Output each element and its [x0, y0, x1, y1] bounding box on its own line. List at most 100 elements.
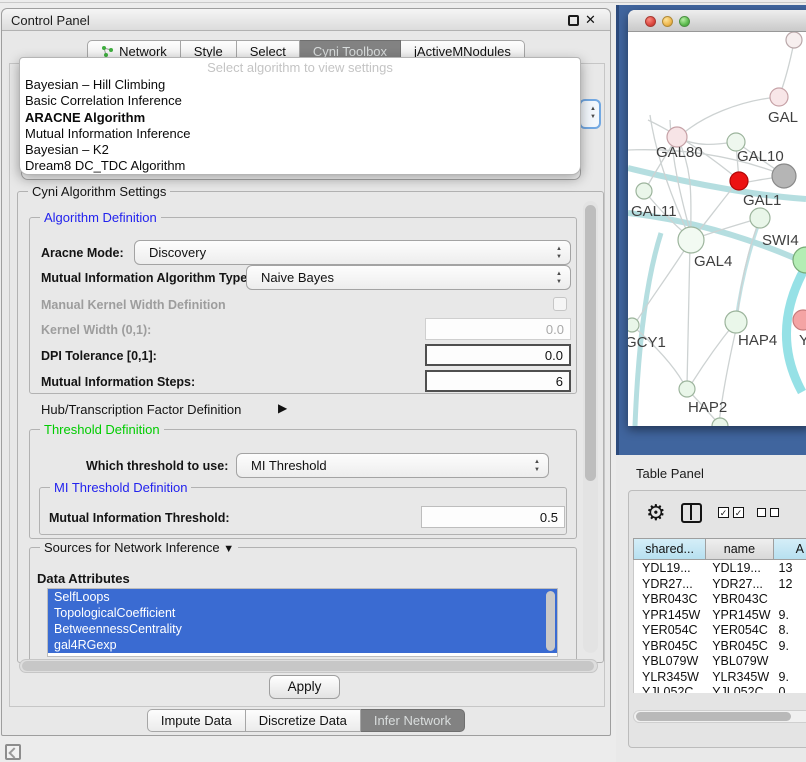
tab-discretize-data[interactable]: Discretize Data: [246, 709, 361, 732]
table-row[interactable]: YER054CYER054C8.: [634, 622, 806, 638]
attribute-topologicalcoefficient[interactable]: TopologicalCoefficient: [48, 605, 557, 621]
control-panel-window: Control Panel ✕ NetworkStyleSelectCyni T…: [1, 8, 611, 736]
node-label-gal11: GAL11: [631, 203, 677, 220]
table-cell: 9.: [775, 607, 806, 623]
table-cell: YDR27...: [634, 576, 707, 592]
hub-collapsed-arrow-icon[interactable]: ▶: [278, 401, 287, 415]
node-label-salmon-node: Y: [799, 332, 806, 349]
network-node-gal1[interactable]: [750, 208, 770, 228]
algorithm-option-bayesian-k2[interactable]: Bayesian – K2: [25, 142, 575, 158]
inference-algorithm-combo-fragment[interactable]: ▲▼: [579, 99, 601, 129]
network-view-window: GALGAL80GAL10GAL11GAL1SWI4GAL4GCY1HAP4YH…: [628, 10, 806, 426]
select-all-rows-icon[interactable]: ✓✓: [718, 507, 744, 518]
mi-algorithm-type-label: Mutual Information Algorithm Type:: [41, 271, 251, 285]
aracne-mode-combo[interactable]: Discovery ▲▼: [134, 240, 571, 265]
table-cell: [775, 653, 806, 669]
mi-threshold-field[interactable]: 0.5: [421, 506, 565, 528]
algorithm-option-mutual-information-inference[interactable]: Mutual Information Inference: [25, 126, 575, 142]
hub-definition-label[interactable]: Hub/Transcription Factor Definition: [41, 402, 241, 417]
network-edge[interactable]: [635, 233, 661, 426]
apply-button[interactable]: Apply: [269, 675, 340, 699]
attribute-betweennesscentrality[interactable]: BetweennessCentrality: [48, 621, 557, 637]
data-attributes-list[interactable]: SelfLoopsTopologicalCoefficientBetweenne…: [47, 588, 558, 657]
table-cell: 8.: [775, 622, 806, 638]
network-graph[interactable]: GALGAL80GAL10GAL11GAL1SWI4GAL4GCY1HAP4YH…: [628, 32, 806, 426]
table-cell: YBR045C: [707, 638, 774, 654]
algorithm-definition-title: Algorithm Definition: [40, 210, 161, 225]
table-row[interactable]: YDR27...YDR27...12: [634, 576, 806, 592]
which-threshold-combo[interactable]: MI Threshold ▲▼: [236, 453, 549, 478]
network-node-red-node[interactable]: [730, 172, 748, 190]
column-header-partial[interactable]: A: [774, 538, 806, 560]
mi-steps-field[interactable]: 6: [425, 370, 571, 392]
network-node-hap4[interactable]: [725, 311, 747, 333]
control-panel-titlebar: Control Panel ✕: [2, 9, 610, 31]
network-node-hap2[interactable]: [679, 381, 695, 397]
dock-panel-icon[interactable]: [5, 744, 21, 760]
table-row[interactable]: YLR345WYLR345W9.: [634, 669, 806, 685]
kernel-width-field[interactable]: 0.0: [425, 318, 571, 340]
settings-hscrollbar[interactable]: [19, 659, 598, 673]
network-canvas[interactable]: GALGAL80GAL10GAL11GAL1SWI4GAL4GCY1HAP4YH…: [628, 32, 806, 426]
column-header-name[interactable]: name: [706, 538, 773, 560]
network-node-gal11[interactable]: [636, 183, 652, 199]
tab-infer-network[interactable]: Infer Network: [361, 709, 465, 732]
algorithm-option-aracne-algorithm[interactable]: ARACNE Algorithm: [25, 110, 575, 126]
combo-spinner-icon: ▲▼: [556, 270, 562, 286]
deselect-all-rows-icon[interactable]: [757, 507, 779, 517]
zoom-traffic-light-icon[interactable]: [679, 16, 690, 27]
tab-infer-network-label: Infer Network: [374, 710, 451, 731]
manual-kernel-width-checkbox[interactable]: [553, 297, 567, 311]
table-row[interactable]: YBR043CYBR043C: [634, 591, 806, 607]
algorithm-option-basic-correlation-inference[interactable]: Basic Correlation Inference: [25, 93, 575, 109]
table-cell: YBL079W: [707, 653, 774, 669]
algorithm-option-bayesian-hill-climbing[interactable]: Bayesian – Hill Climbing: [25, 77, 575, 93]
node-label-hap4: HAP4: [738, 332, 777, 349]
node-table: shared... name A YDL19...YDL19...13YDR27…: [633, 538, 806, 708]
gear-icon[interactable]: ⚙: [646, 500, 666, 526]
settings-hscrollbar-thumb[interactable]: [22, 661, 594, 671]
network-node-salmon-node[interactable]: [793, 310, 806, 330]
network-node-gal4[interactable]: [678, 227, 704, 253]
table-cell: 12: [775, 576, 806, 592]
manual-kernel-width-label: Manual Kernel Width Definition: [41, 298, 226, 312]
dpi-tolerance-field[interactable]: 0.0: [425, 344, 571, 366]
float-window-icon[interactable]: [568, 15, 579, 26]
cyni-settings-group-title: Cyni Algorithm Settings: [28, 184, 170, 199]
network-node-swi4[interactable]: [793, 247, 806, 273]
table-row[interactable]: YBL079WYBL079W: [634, 653, 806, 669]
attribute-selfloops[interactable]: SelfLoops: [48, 589, 557, 605]
settings-scrollbar-thumb[interactable]: [585, 205, 596, 481]
mi-algorithm-type-combo[interactable]: Naive Bayes ▲▼: [246, 265, 571, 290]
sources-group-title[interactable]: Sources for Network Inference ▼: [40, 540, 238, 555]
close-traffic-light-icon[interactable]: [645, 16, 656, 27]
table-body[interactable]: YDL19...YDL19...13YDR27...YDR27...12YBR0…: [633, 560, 806, 693]
attr-list-scrollbar[interactable]: [546, 591, 555, 651]
table-row[interactable]: YJL052CYJL052C0.: [634, 684, 806, 693]
attribute-gal4rgexp[interactable]: gal4RGexp: [48, 637, 557, 653]
column-header-shared-name[interactable]: shared...: [633, 538, 706, 560]
mi-steps-label: Mutual Information Steps:: [41, 375, 195, 389]
minimize-traffic-light-icon[interactable]: [662, 16, 673, 27]
algorithm-option-dream8-dc-tdc-algorithm[interactable]: Dream8 DC_TDC Algorithm: [25, 158, 575, 174]
network-node-gray-node[interactable]: [772, 164, 796, 188]
table-hscrollbar-thumb[interactable]: [636, 712, 791, 721]
network-edge[interactable]: [687, 243, 690, 386]
network-edge[interactable]: [690, 324, 734, 386]
close-icon[interactable]: ✕: [585, 12, 596, 28]
network-node-gal-top[interactable]: [770, 88, 788, 106]
network-node-top-partial[interactable]: [786, 32, 802, 48]
table-hscrollbar[interactable]: [633, 710, 806, 723]
table-row[interactable]: YPR145WYPR145W9.: [634, 607, 806, 623]
network-node-gcy1[interactable]: [628, 318, 639, 332]
which-threshold-label: Which threshold to use:: [86, 459, 228, 473]
table-cell: YBR043C: [634, 591, 707, 607]
table-row[interactable]: YDL19...YDL19...13: [634, 560, 806, 576]
network-edge[interactable]: [636, 243, 689, 322]
tab-impute-data[interactable]: Impute Data: [147, 709, 246, 732]
table-panel-box: ⚙ ✓✓ shared... name A YDL19...YDL19...13…: [628, 490, 806, 748]
column-layout-icon[interactable]: [681, 503, 702, 523]
node-label-gal4: GAL4: [694, 253, 732, 270]
network-edge[interactable]: [677, 97, 779, 139]
table-row[interactable]: YBR045CYBR045C9.: [634, 638, 806, 654]
